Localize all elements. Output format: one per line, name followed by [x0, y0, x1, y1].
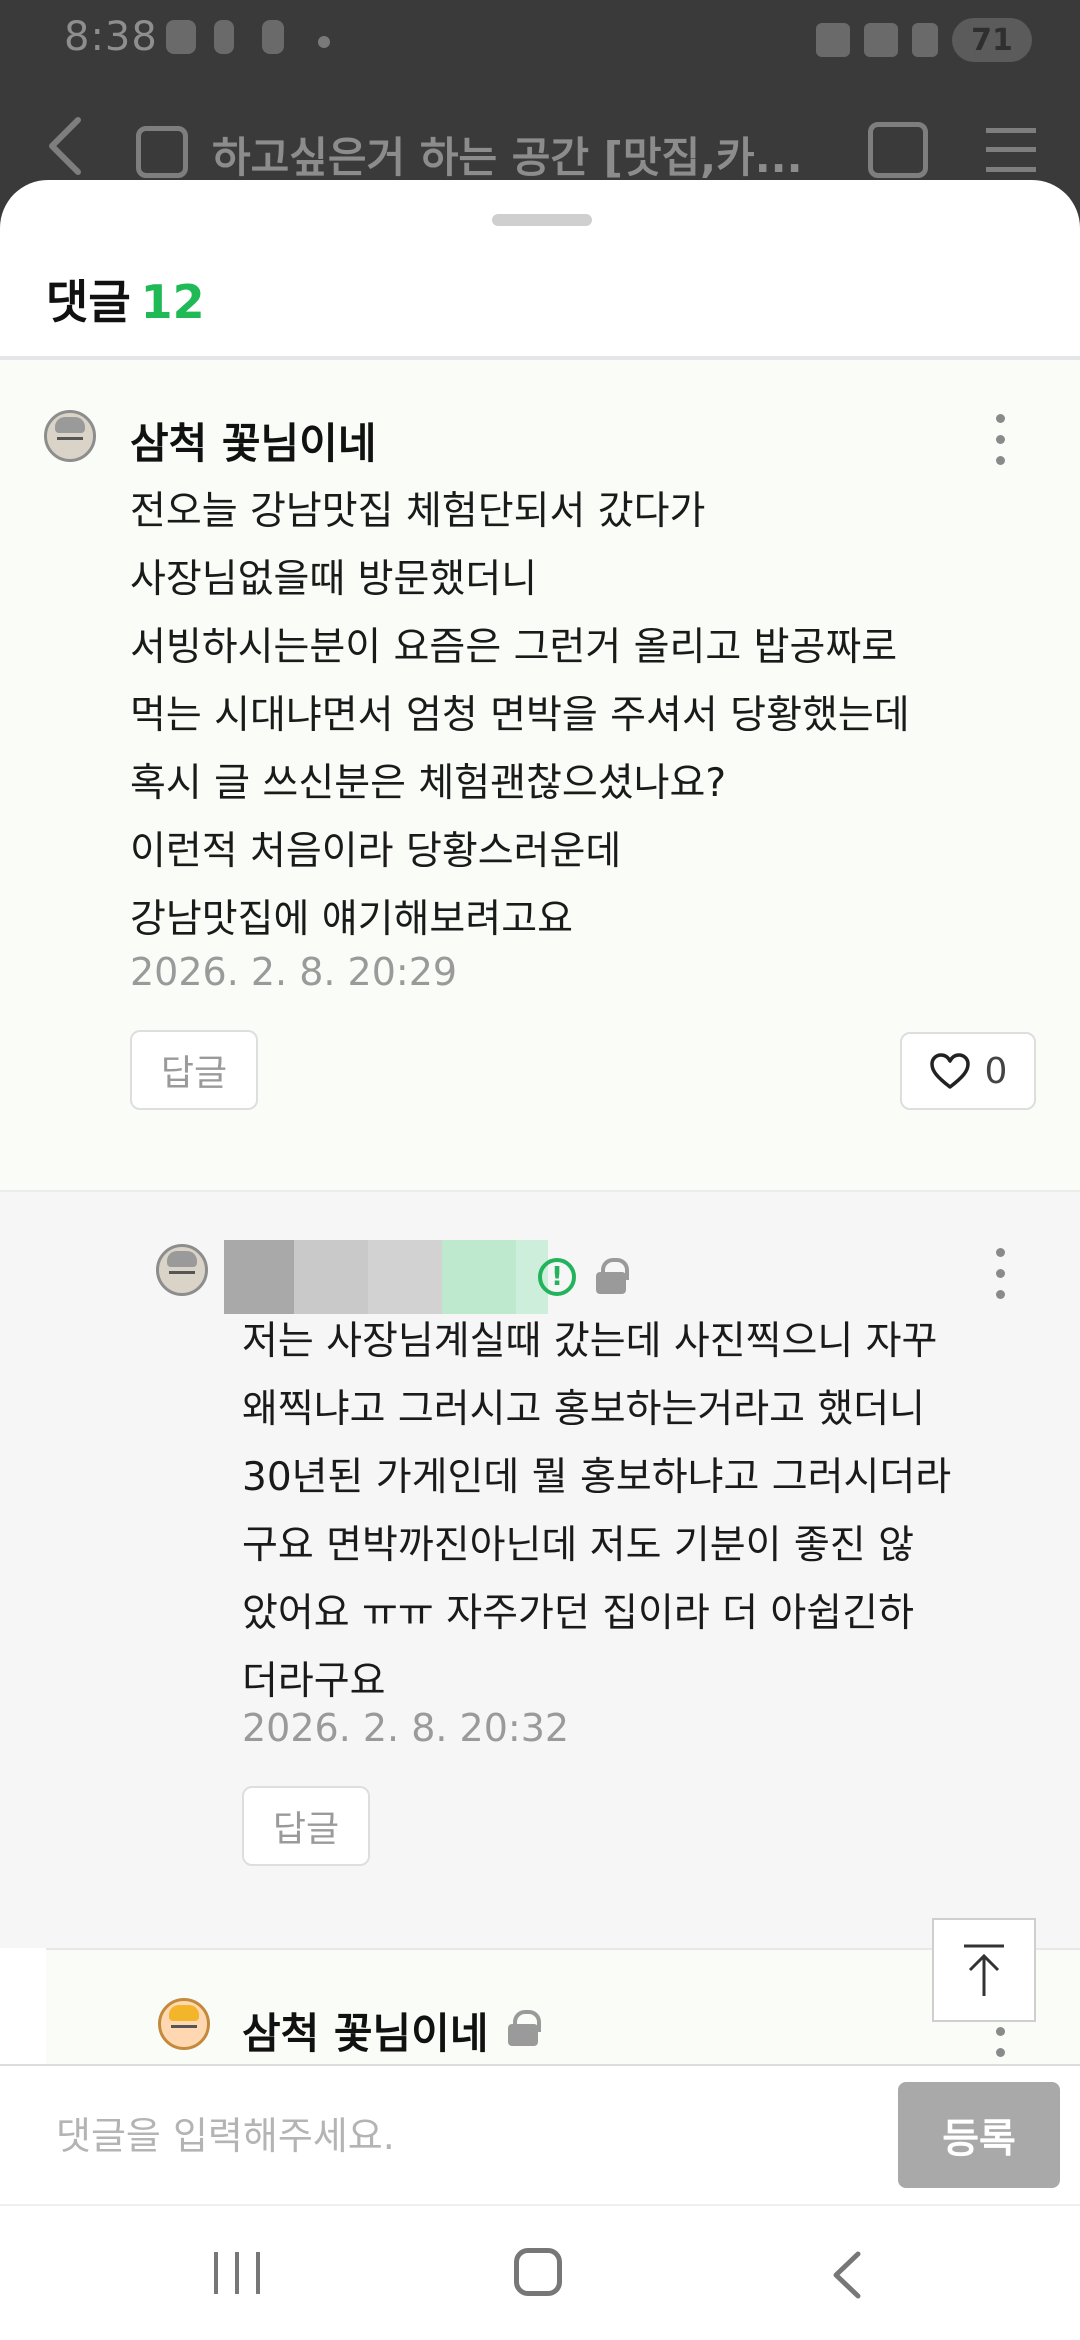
comments-title-label: 댓글	[46, 275, 131, 329]
recent-apps-icon[interactable]	[214, 2252, 260, 2294]
home-icon[interactable]	[514, 2248, 562, 2296]
comment-count: 12	[140, 275, 205, 329]
redacted-nickname	[224, 1240, 548, 1314]
sheet-drag-handle[interactable]	[492, 214, 592, 226]
more-options-icon[interactable]	[994, 414, 1006, 470]
lock-icon	[596, 1258, 629, 1294]
reply-button[interactable]: 답글	[130, 1030, 258, 1110]
avatar[interactable]	[156, 1244, 208, 1296]
lock-icon	[508, 2010, 541, 2046]
search-icon[interactable]	[868, 122, 928, 178]
more-notifications-dot	[318, 36, 330, 48]
comment-item: 삼척 꽃님이네 전오늘 강남맛집 체험단되서 갔다가 사장님없을때 방문했더니 …	[0, 360, 1080, 1192]
reply-comment-item: ! 저는 사장님계실때 갔는데 사진찍으니 자꾸 왜찍냐고 그러시고 홍보하는거…	[0, 1192, 1080, 1948]
comment-input[interactable]	[30, 2088, 880, 2184]
avatar[interactable]	[44, 410, 96, 462]
reply-content: 저는 사장님계실때 갔는데 사진찍으니 자꾸 왜찍냐고 그러시고 홍보하는거라고…	[242, 1319, 952, 1704]
comment-timestamp: 2026. 2. 8. 20:29	[130, 950, 458, 994]
nav-back-icon[interactable]	[826, 2250, 866, 2300]
like-count: 0	[984, 1050, 1008, 1092]
mute-icon	[816, 23, 850, 57]
reply-timestamp: 2026. 2. 8. 20:32	[242, 1706, 570, 1750]
battery-indicator: 71	[952, 18, 1032, 62]
comment-nickname[interactable]: 삼척 꽃님이네	[242, 2000, 488, 2061]
status-time: 8:38	[64, 14, 158, 60]
reply-button[interactable]: 답글	[242, 1786, 370, 1866]
like-button[interactable]: 0	[900, 1032, 1036, 1110]
comment-content: 전오늘 강남맛집 체험단되서 갔다가 사장님없을때 방문했더니 서빙하시는분이 …	[130, 489, 910, 942]
comment-list: 삼척 꽃님이네 전오늘 강남맛집 체험단되서 갔다가 사장님없을때 방문했더니 …	[0, 360, 1080, 2068]
more-options-icon[interactable]	[994, 1248, 1006, 1304]
heart-icon	[929, 1053, 970, 1089]
scroll-to-top-button[interactable]	[932, 1918, 1036, 2022]
wifi-icon	[864, 23, 898, 57]
notification-icon	[262, 20, 284, 54]
comment-input-bar: 등록	[0, 2064, 1080, 2204]
comment-nickname[interactable]: 삼척 꽃님이네	[130, 410, 376, 471]
submit-button[interactable]: 등록	[898, 2082, 1060, 2188]
board-title[interactable]: 하고싶은거 하는 공간 [맛집,카...	[212, 124, 803, 185]
status-bar: 8:38 71	[0, 0, 1080, 80]
system-nav-bar	[0, 2204, 1080, 2340]
talk-notification-icon	[166, 20, 196, 54]
comments-sheet: 댓글 12 삼척 꽃님이네 전오늘 강남맛집 체험단되서 갔다가 사장님없을때 방…	[0, 180, 1080, 2340]
notification-icon	[214, 20, 234, 54]
back-arrow-icon[interactable]	[44, 116, 84, 176]
board-list-icon	[136, 126, 188, 178]
avatar[interactable]	[158, 1998, 210, 2050]
sheet-title: 댓글 12	[46, 266, 205, 332]
menu-icon[interactable]	[986, 128, 1036, 172]
arrow-up-icon	[964, 1944, 1004, 1996]
signal-icon	[912, 23, 938, 57]
comment-item: 삼척 꽃님이네	[46, 1948, 1080, 2068]
member-badge-icon: !	[538, 1258, 576, 1296]
